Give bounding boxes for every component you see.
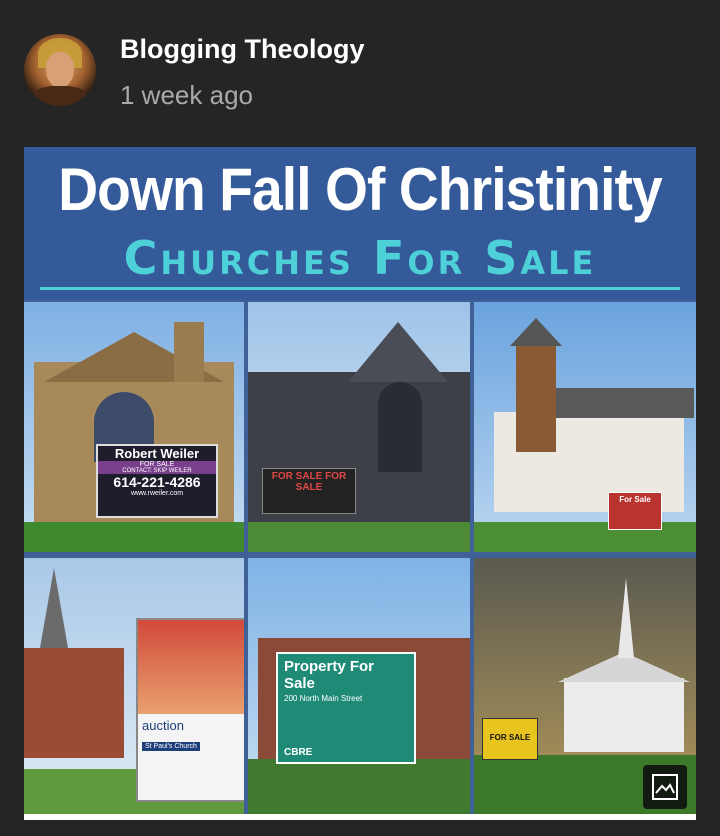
auction-church-spire — [40, 568, 68, 648]
stone-church-sign: FOR SALE FOR SALE — [262, 468, 356, 514]
channel-name[interactable]: Blogging Theology — [120, 34, 364, 65]
church-spire — [174, 322, 204, 382]
photo-grid: Robert Weiler FOR SALE CONTACT: SKIP WEI… — [24, 302, 696, 815]
sign-phone: 614-221-4286 — [113, 474, 201, 490]
white-church-sign: For Sale — [608, 492, 662, 530]
sign-for-sale: FOR SALE — [98, 461, 216, 468]
photo-auction-church: auction St Paul's Church — [24, 558, 244, 815]
image-glyph-icon — [652, 774, 678, 800]
post-image[interactable]: Down Fall Of Christinity Churches For Sa… — [24, 147, 696, 815]
auction-sign: auction St Paul's Church — [136, 618, 244, 802]
avatar-face — [46, 52, 74, 88]
chapel-body — [564, 678, 684, 752]
photo-property-sign: Property For Sale 200 North Main Street … — [248, 558, 470, 815]
white-church-tower — [516, 342, 556, 452]
photo-stone-church: FOR SALE FOR SALE — [248, 302, 470, 552]
auction-church-name: St Paul's Church — [142, 742, 200, 751]
stone-church-gable — [348, 322, 448, 382]
channel-avatar[interactable] — [24, 34, 96, 106]
white-church-roof — [554, 388, 694, 418]
stone-sign-label: FOR SALE FOR SALE — [271, 471, 347, 493]
robert-weiler-sign: Robert Weiler FOR SALE CONTACT: SKIP WEI… — [96, 444, 218, 518]
poster-subtitle: Churches For Sale — [123, 231, 597, 285]
chapel-sign: FOR SALE — [482, 718, 538, 760]
photo-white-church: For Sale — [474, 302, 696, 552]
post-header: Blogging Theology 1 week ago — [0, 0, 720, 130]
property-title: Property For Sale — [284, 658, 375, 692]
sign-website: www.rweiler.com — [130, 490, 184, 497]
auction-label: auction — [142, 718, 184, 733]
image-icon[interactable] — [643, 765, 687, 809]
white-church-steeple — [510, 318, 562, 346]
photo-brick-church: Robert Weiler FOR SALE CONTACT: SKIP WEI… — [24, 302, 244, 552]
avatar-robe — [34, 86, 86, 106]
stone-church-window — [378, 382, 422, 472]
sign-agent-name: Robert Weiler — [114, 446, 200, 461]
image-bottom-border — [24, 814, 696, 820]
property-sign: Property For Sale 200 North Main Street … — [276, 652, 416, 764]
poster-title: Down Fall Of Christinity — [58, 156, 662, 223]
chapel-steeple — [618, 578, 634, 658]
post-timestamp: 1 week ago — [120, 80, 253, 110]
property-brand: CBRE — [284, 747, 313, 758]
chapel-sign-label: FOR SALE — [489, 733, 531, 742]
white-sign-label: For Sale — [619, 495, 651, 504]
banner-divider — [40, 287, 680, 290]
property-address: 200 North Main Street — [284, 694, 363, 703]
auction-sign-photo — [138, 620, 244, 714]
auction-church-building — [24, 648, 124, 758]
poster-banner: Down Fall Of Christinity Churches For Sa… — [24, 147, 696, 300]
